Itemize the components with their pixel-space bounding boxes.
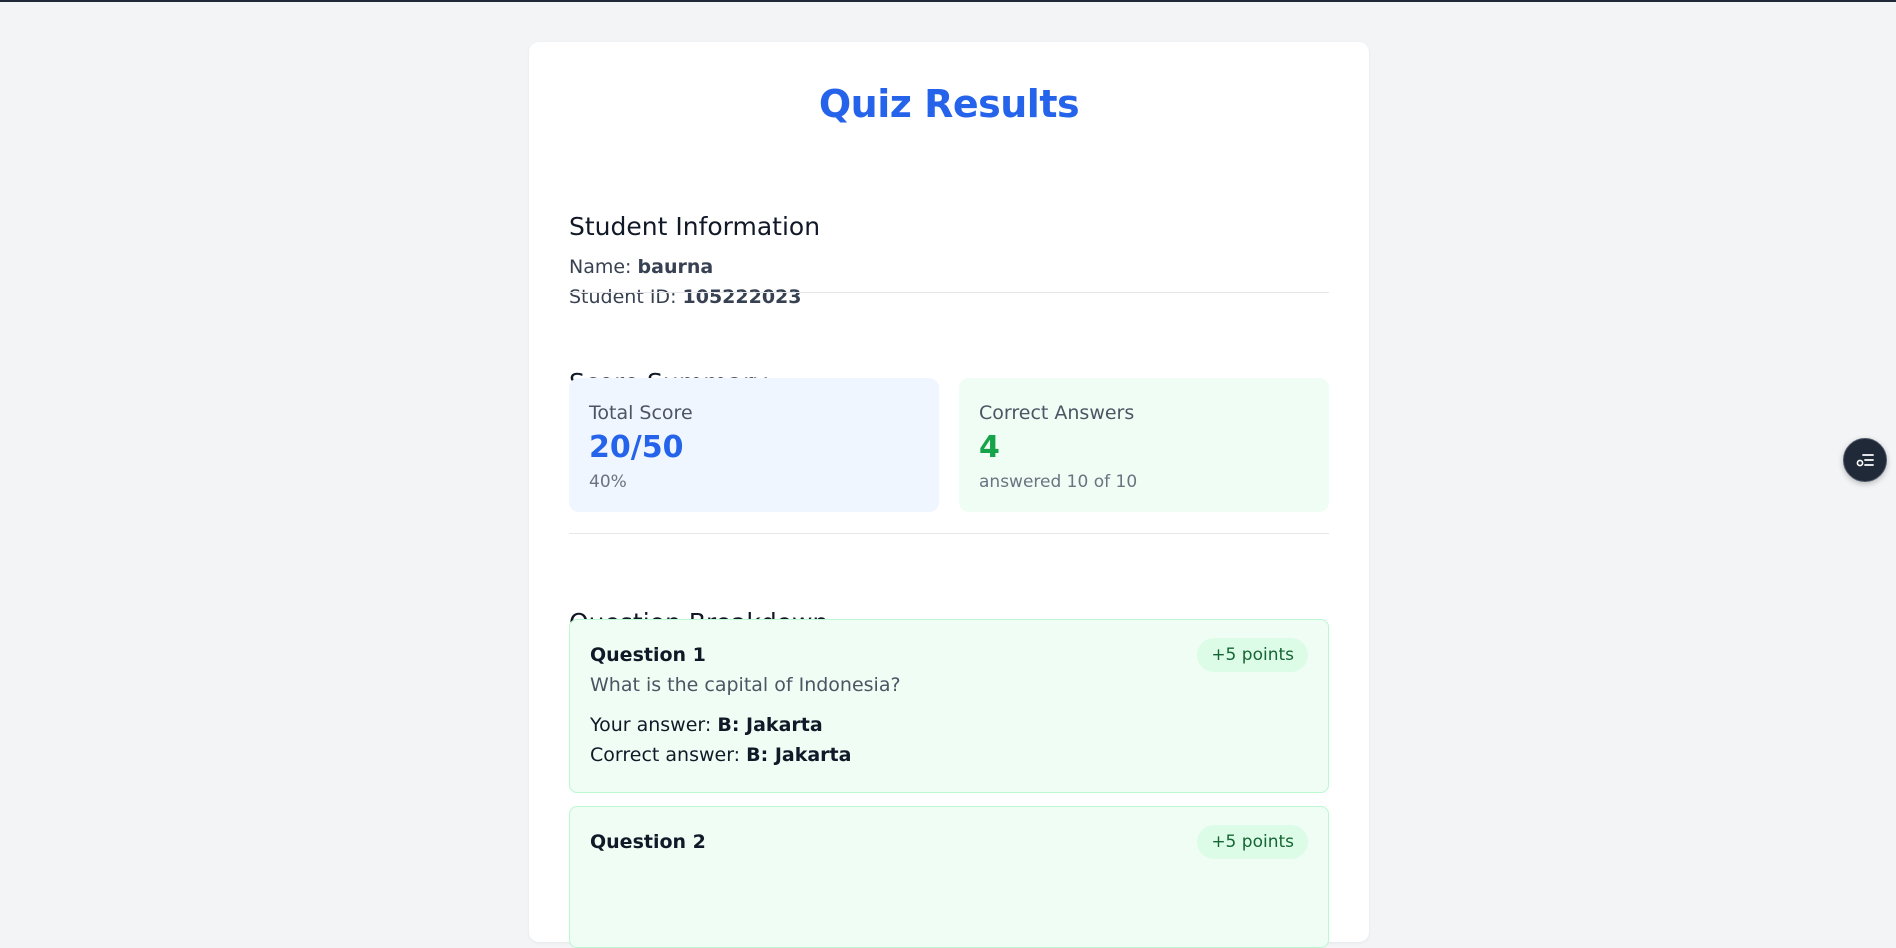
page-title: Quiz Results — [818, 82, 1080, 126]
divider-1 — [569, 292, 1329, 293]
correct-answers-box: Correct Answers 4 answered 10 of 10 — [959, 378, 1329, 512]
correct-answers-label: Correct Answers — [979, 402, 1135, 424]
correct-answer: Correct answer: B: Jakarta — [590, 744, 851, 766]
student-name: Name: baurna — [569, 256, 713, 278]
top-border — [0, 0, 1896, 2]
student-info-heading: Student Information — [569, 212, 821, 241]
correct-answers-value: 4 — [979, 430, 1000, 465]
points-badge: +5 points — [1197, 638, 1308, 672]
your-answer-value: B: Jakarta — [717, 714, 823, 736]
answered-count: answered 10 of 10 — [979, 472, 1138, 492]
your-answer-label: Your answer: — [590, 714, 712, 736]
student-id-value: 105222023 — [682, 286, 802, 308]
correct-answer-value: B: Jakarta — [746, 744, 852, 766]
question-title: Question 2 — [590, 831, 706, 853]
question-title: Question 1 — [590, 644, 706, 666]
total-score-percent: 40% — [589, 472, 627, 492]
correct-answer-label: Correct answer: — [590, 744, 741, 766]
results-card: Quiz Results Student Information Name: b… — [529, 42, 1369, 948]
student-name-value: baurna — [637, 256, 714, 278]
question-card: Question 1 +5 points What is the capital… — [569, 619, 1329, 793]
floating-menu-button[interactable] — [1843, 438, 1887, 482]
student-name-label: Name: — [569, 256, 632, 278]
total-score-label: Total Score — [589, 402, 693, 424]
divider-2 — [569, 533, 1329, 534]
total-score-value: 20/50 — [589, 430, 684, 465]
student-id-label: Student ID: — [569, 286, 677, 308]
question-card: Question 2 +5 points — [569, 806, 1329, 948]
your-answer: Your answer: B: Jakarta — [590, 714, 823, 736]
student-id: Student ID: 105222023 — [569, 286, 802, 308]
total-score-box: Total Score 20/50 40% — [569, 378, 939, 512]
list-settings-icon — [1856, 454, 1874, 467]
points-badge: +5 points — [1197, 825, 1308, 859]
question-text: What is the capital of Indonesia? — [590, 674, 901, 696]
